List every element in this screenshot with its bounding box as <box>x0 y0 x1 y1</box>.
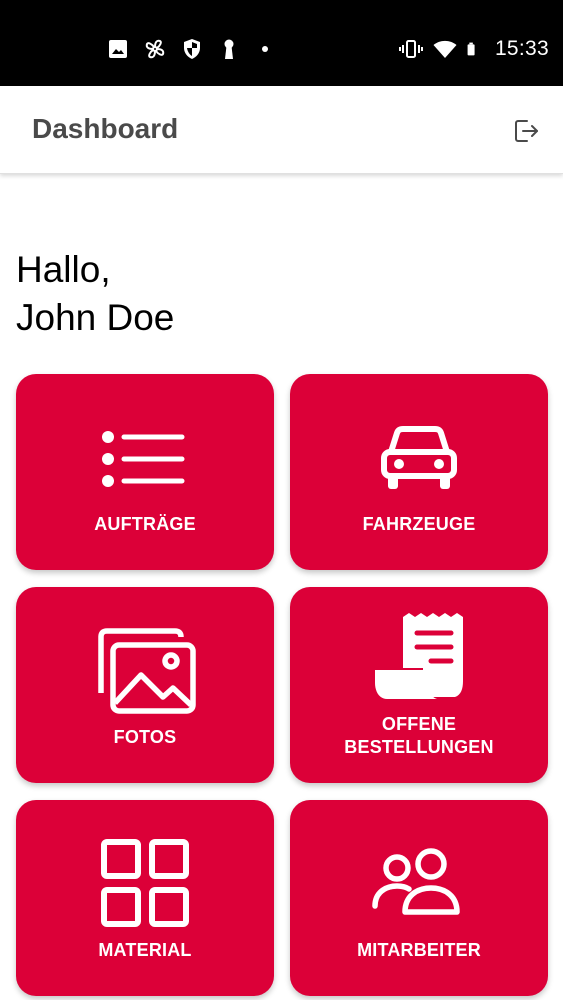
tile-label-line1: OFFENE <box>381 714 457 734</box>
shield-icon <box>184 39 200 59</box>
tile-fahrzeuge[interactable]: FAHRZEUGE <box>290 374 548 570</box>
greeting-line1: Hallo, <box>16 249 111 290</box>
page-title: Dashboard <box>32 113 179 144</box>
tile-label: MITARBEITER <box>357 940 481 960</box>
tile-label: MATERIAL <box>98 940 192 960</box>
photos-icon <box>98 628 196 714</box>
wifi-icon <box>433 40 457 58</box>
greeting: Hallo, John Doe <box>16 246 174 342</box>
dot-icon <box>262 46 268 52</box>
status-time: 15:33 <box>494 37 549 60</box>
tile-label: OFFENE BESTELLUNGEN <box>290 713 548 759</box>
status-bar: 15:33 <box>0 0 563 86</box>
tile-mitarbeiter[interactable]: MITARBEITER <box>290 800 548 996</box>
tile-label: AUFTRÄGE <box>94 514 196 534</box>
keyhole-icon <box>224 39 234 59</box>
image-icon <box>109 40 127 58</box>
battery-icon <box>467 42 475 56</box>
tile-offene-bestellungen[interactable]: OFFENE BESTELLUNGEN <box>290 587 548 783</box>
grid-icon <box>101 839 189 927</box>
fan-icon <box>145 39 165 59</box>
tile-label: FOTOS <box>113 727 177 747</box>
greeting-user-name: John Doe <box>16 297 175 338</box>
status-bar-notifications <box>106 37 268 61</box>
tile-fotos[interactable]: FOTOS <box>16 587 274 783</box>
logout-icon[interactable] <box>511 116 541 146</box>
tile-auftraege[interactable]: AUFTRÄGE <box>16 374 274 570</box>
car-icon <box>381 426 457 489</box>
tile-material[interactable]: MATERIAL <box>16 800 274 996</box>
status-bar-system: 15:33 <box>398 37 549 61</box>
tile-label: FAHRZEUGE <box>362 514 476 534</box>
receipt-icon <box>375 613 463 699</box>
app-bar: Dashboard <box>0 86 563 174</box>
list-icon <box>102 431 185 487</box>
tile-label-line2: BESTELLUNGEN <box>344 737 494 757</box>
vibrate-icon <box>398 40 423 58</box>
people-icon <box>372 848 460 915</box>
